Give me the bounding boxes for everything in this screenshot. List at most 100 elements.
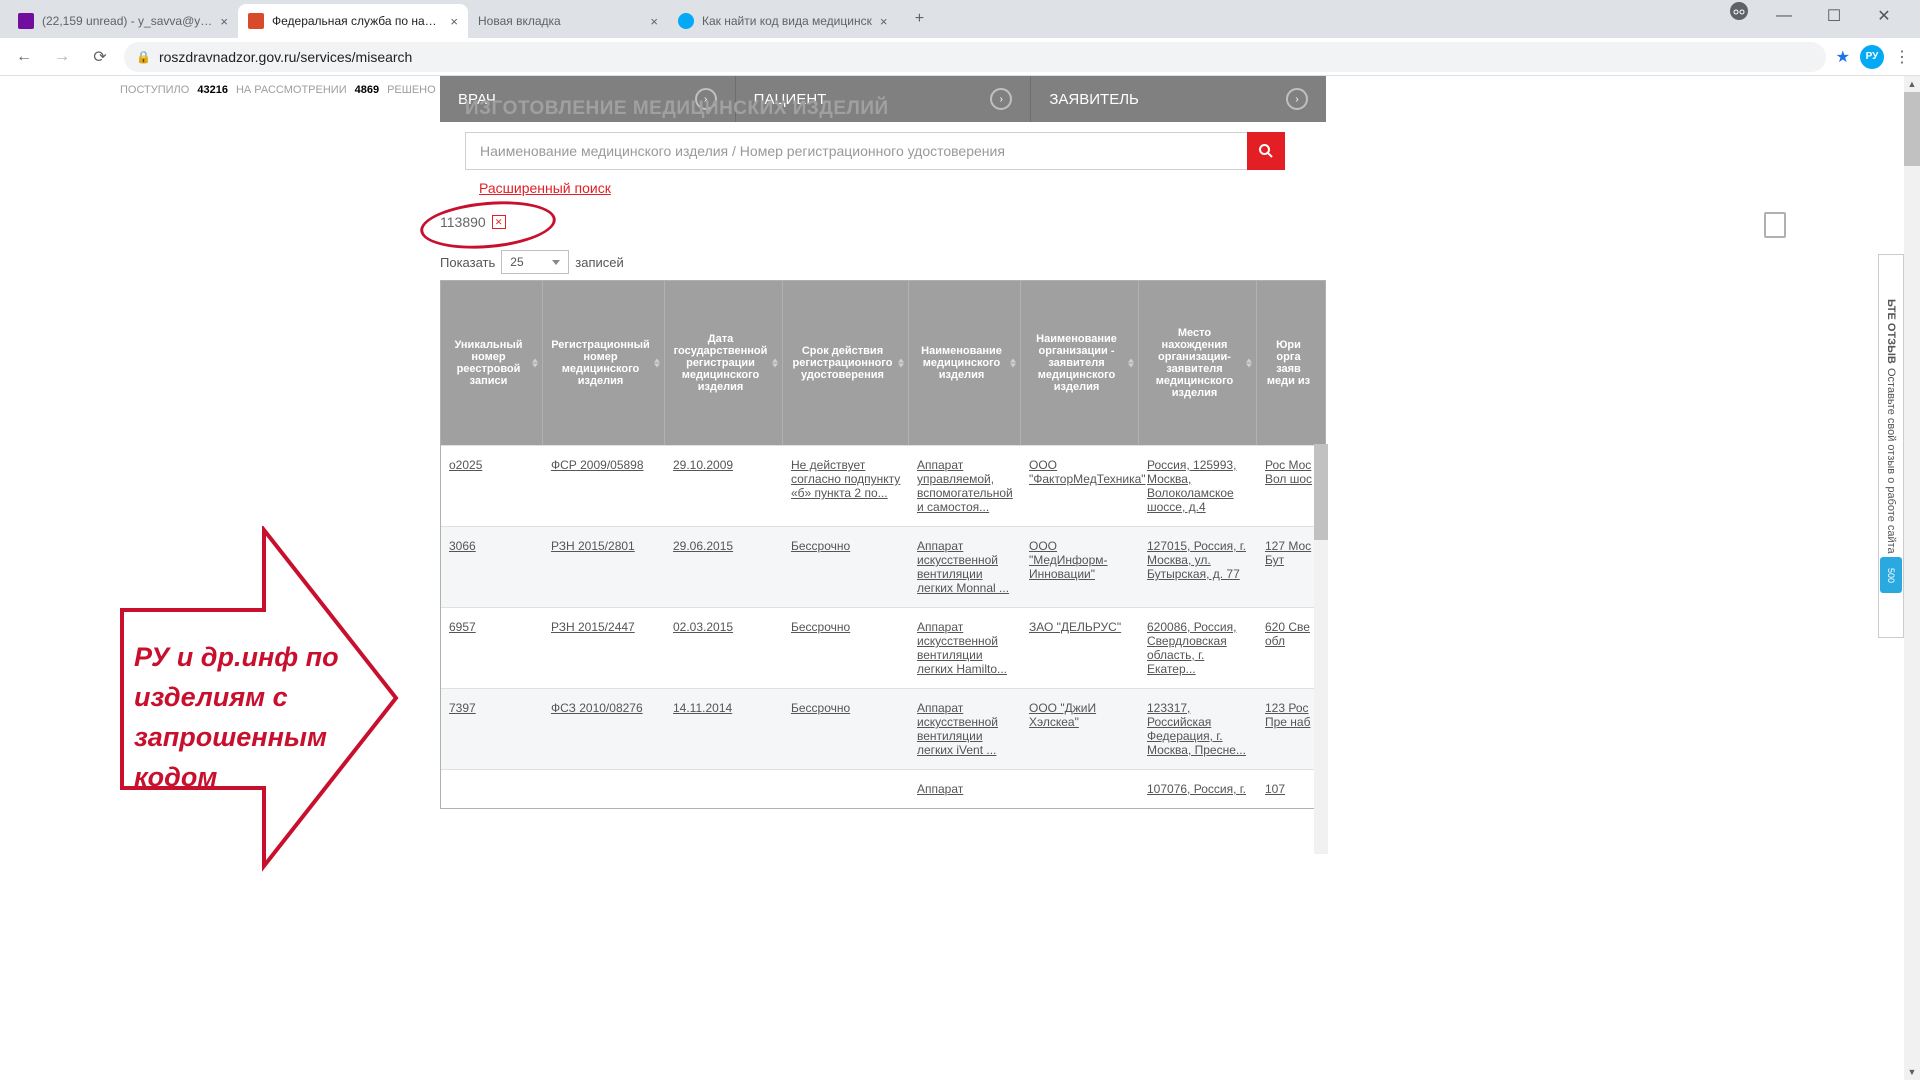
table-cell[interactable]: ООО "ФакторМедТехника" bbox=[1021, 446, 1139, 526]
page-scrollbar[interactable]: ▲ ▼ bbox=[1904, 76, 1920, 1080]
table-cell[interactable]: 29.06.2015 bbox=[665, 527, 783, 607]
table-cell[interactable]: 123317, Российская Федерация, г. Москва,… bbox=[1139, 689, 1257, 769]
profile-icon[interactable] bbox=[1730, 2, 1748, 20]
feedback-widget[interactable]: ЬТЕ ОТЗЫВ Оставьте свой отзыв о работе с… bbox=[1878, 254, 1904, 638]
col-unique-number[interactable]: Уникальный номер реестровой записи bbox=[441, 281, 543, 445]
export-icon[interactable] bbox=[1764, 212, 1786, 238]
table-cell[interactable]: о2025 bbox=[441, 446, 543, 526]
col-validity[interactable]: Срок действия регистрационного удостовер… bbox=[783, 281, 909, 445]
col-reg-date[interactable]: Дата государственной регистрации медицин… bbox=[665, 281, 783, 445]
table-cell[interactable] bbox=[1021, 770, 1139, 808]
table-cell[interactable] bbox=[441, 770, 543, 808]
back-button[interactable]: ← bbox=[10, 43, 38, 71]
maximize-icon[interactable]: ☐ bbox=[1820, 2, 1848, 30]
browser-toolbar: ← → ⟳ 🔒 roszdravnadzor.gov.ru/services/m… bbox=[0, 38, 1920, 76]
browser-tab[interactable]: Как найти код вида медицинск × bbox=[668, 4, 897, 38]
table-cell[interactable]: ООО "МедИнформ-Инновации" bbox=[1021, 527, 1139, 607]
table-cell[interactable]: 14.11.2014 bbox=[665, 689, 783, 769]
table-cell[interactable] bbox=[543, 770, 665, 808]
page-size-select[interactable]: 25 bbox=[501, 250, 569, 274]
stat-value: 43216 bbox=[197, 84, 228, 96]
tab-applicant[interactable]: ЗАЯВИТЕЛЬ› bbox=[1031, 76, 1326, 122]
scrollbar-thumb[interactable] bbox=[1314, 444, 1328, 540]
col-location[interactable]: Место нахождения организации-заявителя м… bbox=[1139, 281, 1257, 445]
table-cell[interactable]: ООО "ДжиИ Хэлскеа" bbox=[1021, 689, 1139, 769]
annotation-oval bbox=[418, 196, 557, 254]
close-icon[interactable]: × bbox=[880, 14, 888, 29]
search-input[interactable]: Наименование медицинского изделия / Номе… bbox=[465, 132, 1255, 170]
table-cell[interactable]: ФСР 2009/05898 bbox=[543, 446, 665, 526]
close-icon[interactable]: × bbox=[220, 14, 228, 29]
table-cell[interactable]: 29.10.2009 bbox=[665, 446, 783, 526]
col-label: Место нахождения организации-заявителя м… bbox=[1145, 327, 1244, 399]
scroll-up-icon[interactable]: ▲ bbox=[1904, 76, 1920, 92]
address-bar[interactable]: 🔒 roszdravnadzor.gov.ru/services/misearc… bbox=[124, 42, 1826, 72]
close-window-icon[interactable]: ✕ bbox=[1870, 2, 1898, 30]
search-box: Наименование медицинского изделия / Номе… bbox=[465, 132, 1285, 198]
table-header: Уникальный номер реестровой записи Регис… bbox=[441, 281, 1325, 445]
menu-icon[interactable]: ⋮ bbox=[1894, 47, 1910, 67]
table-cell[interactable]: 7397 bbox=[441, 689, 543, 769]
pager-label: Показать bbox=[440, 255, 495, 270]
results-table: Уникальный номер реестровой записи Регис… bbox=[440, 280, 1326, 809]
table-row[interactable]: 6957РЗН 2015/244702.03.2015БессрочноАппа… bbox=[441, 607, 1325, 688]
browser-tab[interactable]: Новая вкладка × bbox=[468, 4, 668, 38]
table-cell[interactable]: Бессрочно bbox=[783, 689, 909, 769]
scroll-down-icon[interactable]: ▼ bbox=[1904, 1064, 1920, 1080]
select-value: 25 bbox=[510, 255, 523, 269]
col-label: Регистрационный номер медицинского издел… bbox=[549, 339, 652, 387]
table-cell[interactable] bbox=[783, 770, 909, 808]
col-applicant[interactable]: Наименование организации - заявителя мед… bbox=[1021, 281, 1139, 445]
col-label: Наименование организации - заявителя мед… bbox=[1027, 333, 1126, 393]
table-cell[interactable]: Россия, 125993, Москва, Волоколамское шо… bbox=[1139, 446, 1257, 526]
chevron-right-icon: › bbox=[990, 88, 1012, 110]
table-cell[interactable]: Аппарат bbox=[909, 770, 1021, 808]
feedback-tail: ЬТЕ ОТЗЫВ bbox=[1885, 299, 1897, 364]
table-cell[interactable]: Бессрочно bbox=[783, 527, 909, 607]
col-device-name[interactable]: Наименование медицинского изделия bbox=[909, 281, 1021, 445]
table-scrollbar[interactable] bbox=[1314, 444, 1328, 854]
col-legal-addr[interactable]: Юри орга заяв меди из bbox=[1257, 281, 1327, 445]
table-row[interactable]: 7397ФСЗ 2010/0827614.11.2014БессрочноАпп… bbox=[441, 688, 1325, 769]
table-cell[interactable]: 107076, Россия, г. bbox=[1139, 770, 1257, 808]
bookmark-icon[interactable]: ★ bbox=[1836, 47, 1850, 67]
table-cell[interactable]: РЗН 2015/2447 bbox=[543, 608, 665, 688]
stat-value: 4869 bbox=[355, 84, 379, 96]
table-cell[interactable]: Аппарат управляемой, вспомогательной и с… bbox=[909, 446, 1021, 526]
table-cell[interactable]: ЗАО "ДЕЛЬРУС" bbox=[1021, 608, 1139, 688]
avatar[interactable]: РУ bbox=[1860, 45, 1884, 69]
forward-button[interactable]: → bbox=[48, 43, 76, 71]
browser-tab[interactable]: Федеральная служба по надзор × bbox=[238, 4, 468, 38]
col-label: Уникальный номер реестровой записи bbox=[447, 339, 530, 387]
advanced-search-link[interactable]: Расширенный поиск bbox=[479, 180, 611, 196]
col-label: Наименование медицинского изделия bbox=[915, 345, 1008, 381]
feedback-label: Оставьте свой отзыв о работе сайта bbox=[1885, 368, 1897, 554]
table-row[interactable]: о2025ФСР 2009/0589829.10.2009Не действуе… bbox=[441, 445, 1325, 526]
table-cell[interactable]: Не действует согласно подпункту «б» пунк… bbox=[783, 446, 909, 526]
table-cell[interactable]: РЗН 2015/2801 bbox=[543, 527, 665, 607]
new-tab-button[interactable]: + bbox=[905, 5, 933, 33]
search-button[interactable] bbox=[1247, 132, 1285, 170]
table-cell[interactable]: 6957 bbox=[441, 608, 543, 688]
minimize-icon[interactable]: — bbox=[1770, 2, 1798, 30]
reload-button[interactable]: ⟳ bbox=[86, 43, 114, 71]
table-cell[interactable]: Аппарат искусственной вентиляции легких … bbox=[909, 608, 1021, 688]
close-icon[interactable]: × bbox=[450, 14, 458, 29]
table-cell[interactable]: 620086, Россия, Свердловская область, г.… bbox=[1139, 608, 1257, 688]
favicon-icon bbox=[248, 13, 264, 29]
close-icon[interactable]: × bbox=[650, 14, 658, 29]
browser-tab[interactable]: (22,159 unread) - y_savva@yaho × bbox=[8, 4, 238, 38]
table-cell[interactable]: Аппарат искусственной вентиляции легких … bbox=[909, 527, 1021, 607]
col-reg-number[interactable]: Регистрационный номер медицинского издел… bbox=[543, 281, 665, 445]
scrollbar-thumb[interactable] bbox=[1904, 92, 1920, 166]
table-cell[interactable]: 127015, Россия, г. Москва, ул. Бутырская… bbox=[1139, 527, 1257, 607]
table-cell[interactable]: 02.03.2015 bbox=[665, 608, 783, 688]
table-cell[interactable]: ФСЗ 2010/08276 bbox=[543, 689, 665, 769]
table-cell[interactable]: Бессрочно bbox=[783, 608, 909, 688]
table-cell[interactable]: 3066 bbox=[441, 527, 543, 607]
table-cell[interactable]: Аппарат искусственной вентиляции легких … bbox=[909, 689, 1021, 769]
table-cell[interactable] bbox=[665, 770, 783, 808]
tab-title: Федеральная служба по надзор bbox=[272, 14, 442, 28]
table-row[interactable]: Аппарат107076, Россия, г.107 bbox=[441, 769, 1325, 808]
table-row[interactable]: 3066РЗН 2015/280129.06.2015БессрочноАппа… bbox=[441, 526, 1325, 607]
